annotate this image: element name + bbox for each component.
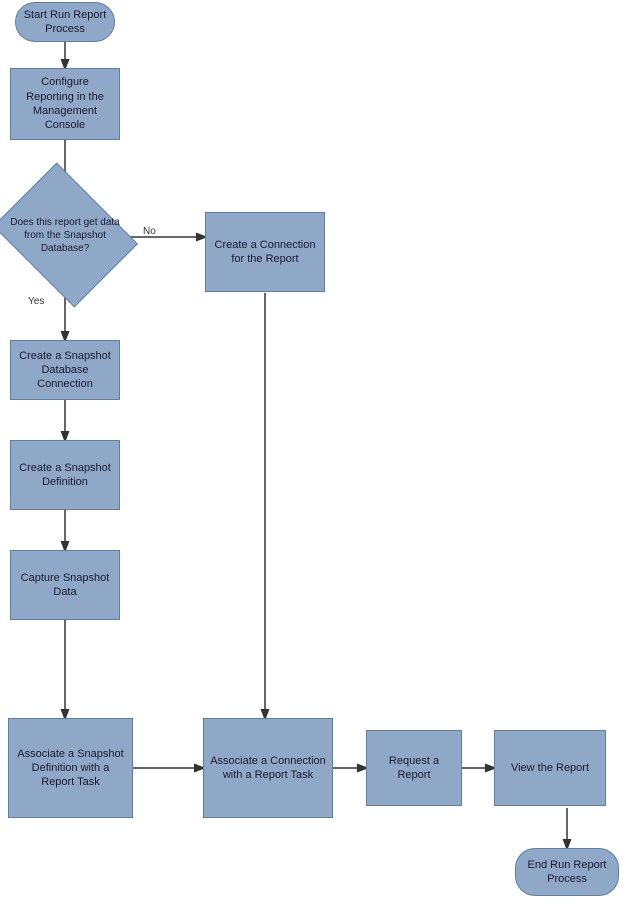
no-label: No [143,226,156,237]
snapshot-def-node: Create a Snapshot Definition [10,440,120,510]
view-report-node: View the Report [494,730,606,806]
create-connection-node: Create a Connection for the Report [205,212,325,292]
flowchart: Start Run Report Process Configure Repor… [0,0,624,901]
configure-node: Configure Reporting in the Management Co… [10,68,120,140]
request-report-node: Request a Report [366,730,462,806]
assoc-snapshot-node: Associate a Snapshot Definition with a R… [8,718,133,818]
assoc-connection-node: Associate a Connection with a Report Tas… [203,718,333,818]
yes-label: Yes [28,296,44,307]
capture-snapshot-node: Capture Snapshot Data [10,550,120,620]
start-node: Start Run Report Process [15,2,115,42]
end-node: End Run Report Process [515,848,619,896]
decision-node: Does this report get data from the Snaps… [0,185,130,285]
snapshot-db-conn-node: Create a Snapshot Database Connection [10,340,120,400]
